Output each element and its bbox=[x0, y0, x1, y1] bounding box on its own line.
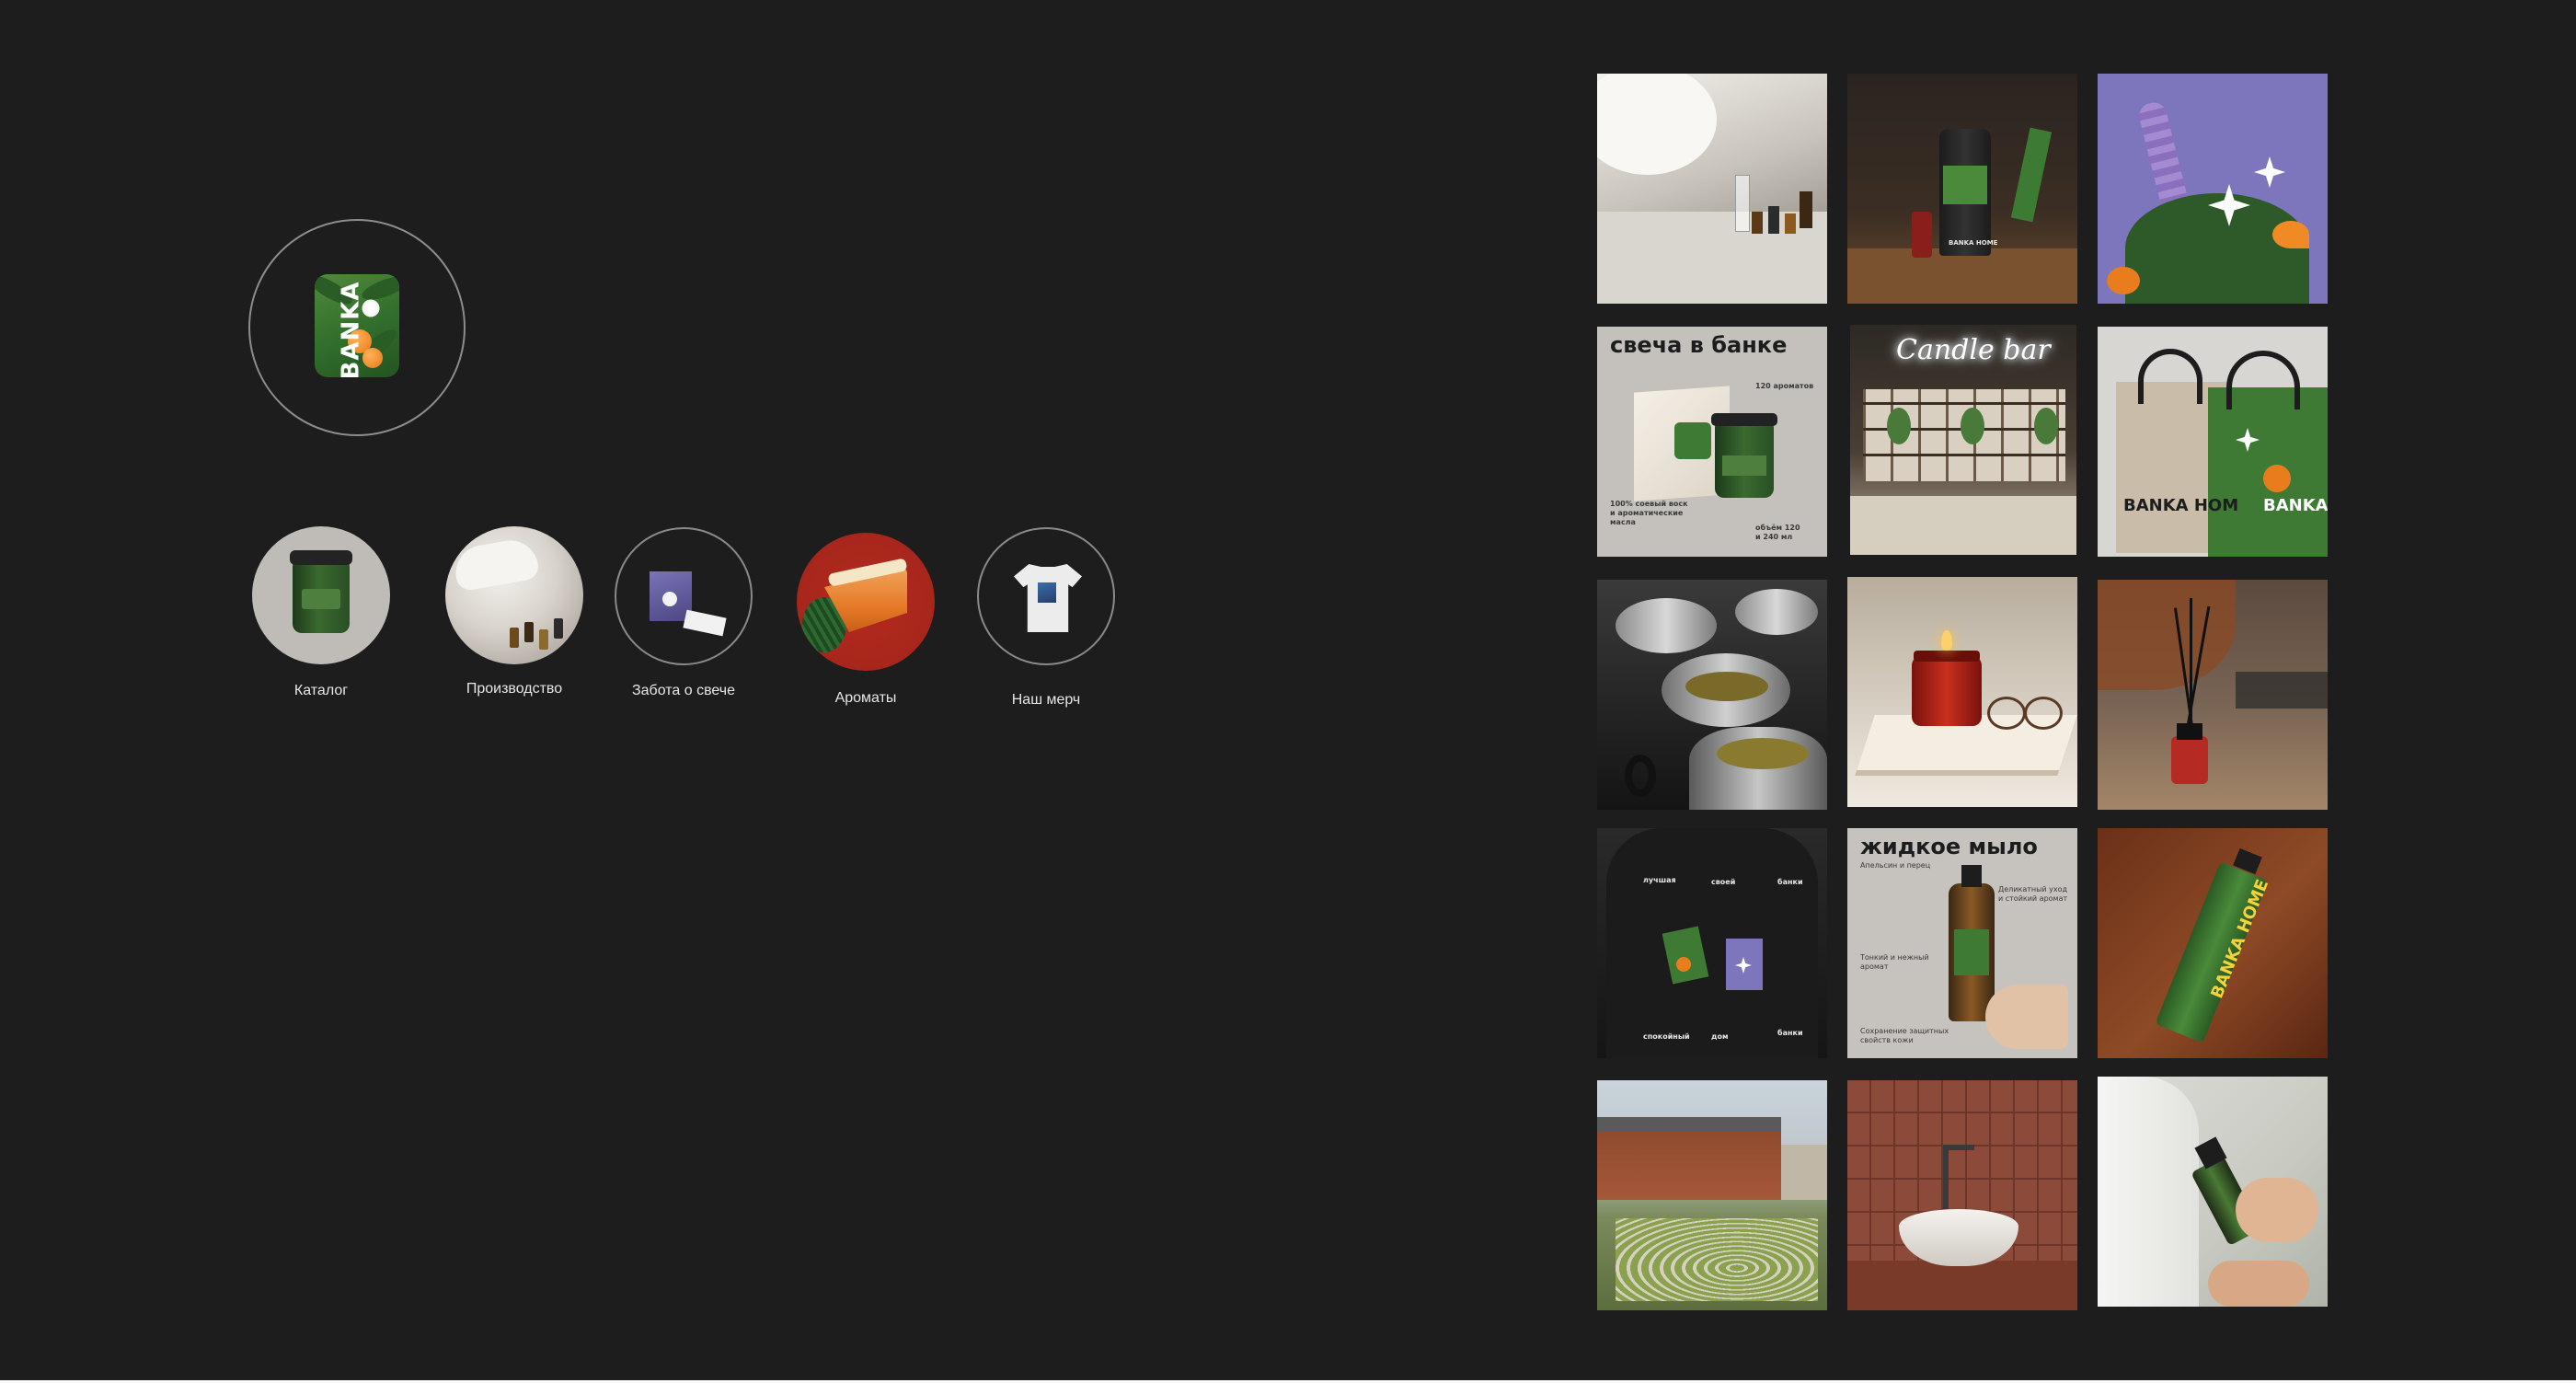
post-flower-illustration[interactable] bbox=[2098, 74, 2328, 304]
post-liquid-soap-title: жидкое мыло bbox=[1860, 834, 2038, 859]
post-candle-card-note-right: объём 120 и 240 мл bbox=[1755, 524, 1800, 541]
highlight-aromas[interactable] bbox=[797, 533, 935, 671]
highlight-label-catalog: Каталог bbox=[293, 683, 349, 698]
post-bags-brand-left: BANKA HOM bbox=[2123, 496, 2239, 515]
post-tshirt-word-6: банки bbox=[1777, 1029, 1803, 1037]
post-tshirt-word-3: банки bbox=[1777, 878, 1803, 886]
post-tshirt-word-1: лучшая bbox=[1643, 876, 1676, 884]
highlight-label-merch: Наш мерч bbox=[1011, 692, 1081, 708]
post-tshirt-word-5: дом bbox=[1711, 1032, 1729, 1041]
post-candle-card-note-left: 100% соевый воск и ароматические масла bbox=[1610, 500, 1688, 526]
candle-jar-icon bbox=[290, 550, 352, 633]
post-tshirt-word-2: своей bbox=[1711, 878, 1736, 886]
highlight-merch[interactable] bbox=[977, 527, 1115, 665]
post-shopping-bags[interactable]: BANKA HOM BANKA bbox=[2098, 327, 2328, 557]
post-tshirt-word-4: спокойный bbox=[1643, 1032, 1690, 1041]
post-candle-bar-neon: Candle bar bbox=[1896, 334, 2051, 366]
post-lab-perfumery[interactable] bbox=[1597, 74, 1827, 304]
highlight-production[interactable] bbox=[445, 526, 583, 664]
post-cream-tube[interactable]: BANKA HOME bbox=[2098, 828, 2328, 1058]
post-wax-pitchers[interactable] bbox=[1597, 580, 1827, 810]
highlight-catalog[interactable] bbox=[252, 526, 390, 664]
post-courtyard[interactable] bbox=[1597, 1080, 1827, 1310]
post-candle-card[interactable]: свеча в банке 120 ароматов 100% соевый в… bbox=[1597, 327, 1827, 557]
post-sink[interactable] bbox=[1847, 1080, 2077, 1310]
post-liquid-soap-note-1: Апельсин и перец bbox=[1860, 861, 1931, 870]
post-candle-card-title: свеча в банке bbox=[1610, 332, 1788, 358]
post-tshirt-back[interactable]: лучшая своей банки спокойный дом банки bbox=[1597, 828, 1827, 1058]
post-soap-bottle[interactable]: BANKA HOME bbox=[1847, 74, 2077, 304]
post-liquid-soap-card[interactable]: жидкое мыло Апельсин и перец Деликатный … bbox=[1847, 828, 2077, 1058]
post-candle-book[interactable] bbox=[1847, 577, 2077, 807]
post-room-spray[interactable] bbox=[2098, 1077, 2328, 1307]
post-liquid-soap-note-3: Тонкий и нежный аромат bbox=[1860, 953, 1929, 971]
post-candle-card-note-top: 120 ароматов bbox=[1755, 382, 1814, 390]
post-bags-brand-right: BANKA bbox=[2263, 496, 2328, 515]
post-soap-bottle-brand: BANKA HOME bbox=[1949, 239, 1998, 247]
highlight-candle-care[interactable] bbox=[615, 527, 753, 665]
post-liquid-soap-note-4: Сохранение защитных свойств кожи bbox=[1860, 1027, 1949, 1044]
post-candle-bar[interactable]: Candle bar bbox=[1850, 325, 2076, 555]
post-liquid-soap-note-2: Деликатный уход и стойкий аромат bbox=[1998, 885, 2068, 903]
post-reed-diffuser[interactable] bbox=[2098, 580, 2328, 810]
brand-logo-wordmark: BANKA bbox=[337, 281, 365, 377]
profile-avatar-logo[interactable]: BANKA bbox=[315, 274, 399, 377]
